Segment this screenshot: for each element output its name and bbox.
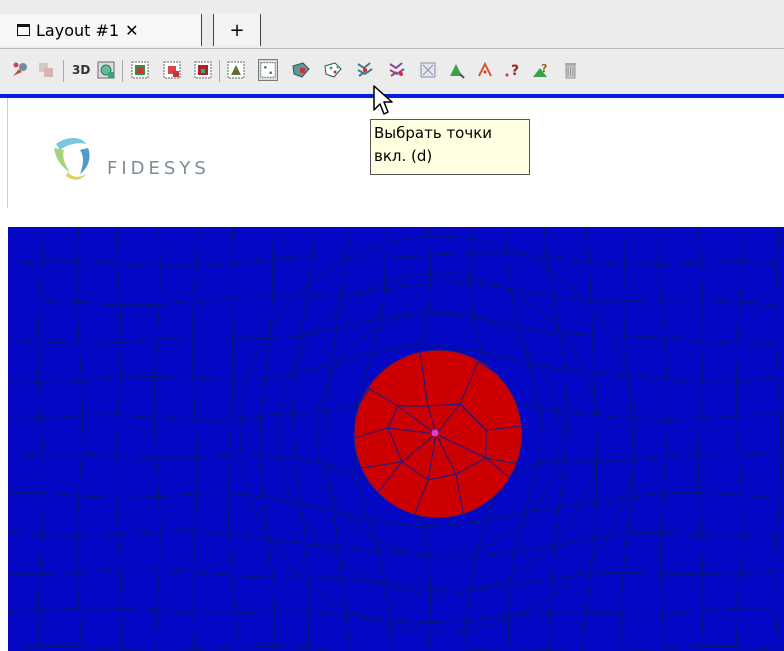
select-block-arrow-icon[interactable] — [446, 59, 466, 81]
toolbar-separator — [219, 60, 220, 82]
mesh-canvas[interactable] — [8, 227, 784, 651]
select-points-arrow-icon[interactable] — [475, 59, 495, 81]
select-cells-icon[interactable] — [130, 59, 150, 81]
view-3d-button[interactable]: 3D — [72, 63, 90, 77]
tooltip-line-1: Выбрать точки — [374, 124, 493, 142]
fidesys-logo-icon — [52, 134, 92, 186]
svg-text:?: ? — [511, 63, 519, 79]
tab-layout-1[interactable]: Layout #1 ✕ — [0, 14, 202, 46]
query-block-icon[interactable]: ? — [530, 59, 550, 81]
view-reset-icon[interactable] — [96, 59, 116, 81]
tooltip-line-2: вкл. (d) — [374, 147, 433, 165]
svg-text:?: ? — [541, 62, 547, 75]
toolbar-separator — [122, 60, 123, 82]
pick-tool-disabled-icon[interactable] — [36, 59, 56, 81]
query-selection-icon[interactable]: ? — [502, 59, 522, 81]
selected-point[interactable] — [431, 429, 439, 437]
tab-close-icon[interactable]: ✕ — [125, 21, 138, 40]
interactive-select-cells-icon[interactable] — [355, 59, 375, 81]
add-tab-label: + — [229, 19, 245, 41]
select-points-on-cells-icon[interactable] — [226, 59, 246, 81]
select-points-polygon-icon[interactable] — [323, 59, 343, 81]
mouse-cursor-icon — [372, 84, 398, 120]
select-block-icon[interactable] — [193, 59, 213, 81]
select-cells-through-icon[interactable] — [162, 59, 182, 81]
interactive-select-points-icon[interactable] — [387, 59, 407, 81]
grow-selection-icon[interactable] — [418, 59, 438, 81]
toolbar-tooltip: Выбрать точки вкл. (d) — [370, 119, 530, 175]
select-points-icon[interactable] — [258, 59, 278, 81]
panel-edge — [7, 98, 8, 208]
tab-layout-1-label: Layout #1 — [36, 20, 120, 40]
fidesys-logo-text: FIDESYS — [107, 158, 210, 179]
toolbar-separator — [63, 60, 64, 82]
clear-selection-icon[interactable] — [560, 59, 580, 81]
mesh-viewport[interactable] — [8, 227, 784, 651]
layout-tab-bar: Layout #1 ✕ + — [0, 0, 784, 49]
pick-tool-icon[interactable] — [10, 59, 30, 81]
add-tab-button[interactable]: + — [213, 14, 261, 46]
window-icon — [17, 24, 30, 36]
select-cells-polygon-icon[interactable] — [291, 59, 311, 81]
